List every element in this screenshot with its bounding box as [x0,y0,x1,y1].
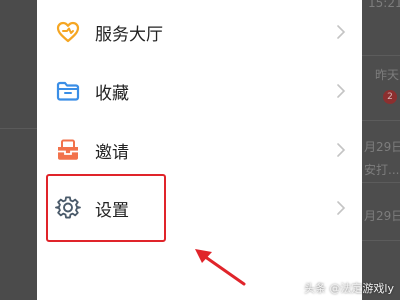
settings-highlight-box [46,174,166,242]
invite-box-icon [55,137,81,163]
pointer-arrow-icon [195,249,246,286]
list-divider [362,55,400,56]
chat-date: 月29日 [364,140,400,154]
chevron-right-icon [337,84,346,98]
left-divider [0,128,37,129]
list-divider [362,120,400,121]
unread-count-badge: 2 [383,90,397,104]
menu-label: 收藏 [95,83,129,104]
heart-service-icon [55,19,81,45]
list-divider [362,182,400,183]
chevron-right-icon [337,25,346,39]
chat-time: 15:21 [368,0,400,10]
chat-date: 月29日 [364,209,400,223]
chat-preview: 安打... [364,163,400,177]
folder-icon [55,78,81,104]
background-chat-list[interactable]: 15:21 昨天 月29日 安打... 月29日 [362,0,400,300]
chevron-right-icon [337,143,346,157]
menu-item-service-hall[interactable]: 服务大厅 [37,2,362,62]
menu-item-invite[interactable]: 邀请 [37,120,362,180]
watermark-text: 头条 @法定游戏ly [303,282,394,295]
dimmed-left-edge [0,0,37,300]
chat-date: 昨天 [375,68,400,82]
list-divider [362,240,400,241]
menu-label: 邀请 [95,142,129,163]
menu-label: 服务大厅 [95,24,163,45]
menu-item-favorites[interactable]: 收藏 [37,61,362,121]
chevron-right-icon [337,201,346,215]
